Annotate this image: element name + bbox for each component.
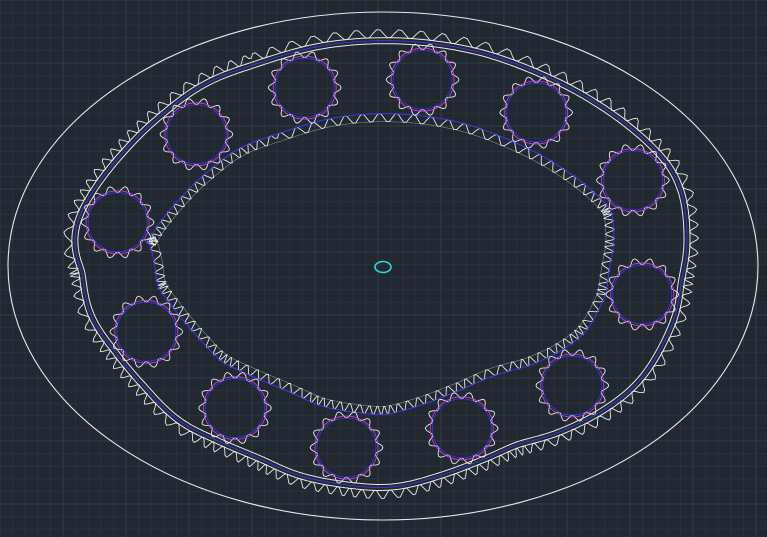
- planet-gear: [499, 76, 574, 149]
- center-marker: [374, 260, 392, 274]
- planet-gear: [595, 144, 670, 217]
- planet-gear: [159, 98, 234, 171]
- planet-gears: [80, 43, 680, 484]
- cad-viewport[interactable]: [0, 0, 767, 537]
- background-grid: [0, 0, 767, 537]
- planet-gear: [309, 411, 384, 484]
- planet-gear: [109, 295, 184, 368]
- planet-gear: [385, 43, 460, 116]
- inner-sun-gear: [145, 113, 616, 415]
- planet-gear: [198, 372, 272, 444]
- planet-gear: [80, 186, 155, 259]
